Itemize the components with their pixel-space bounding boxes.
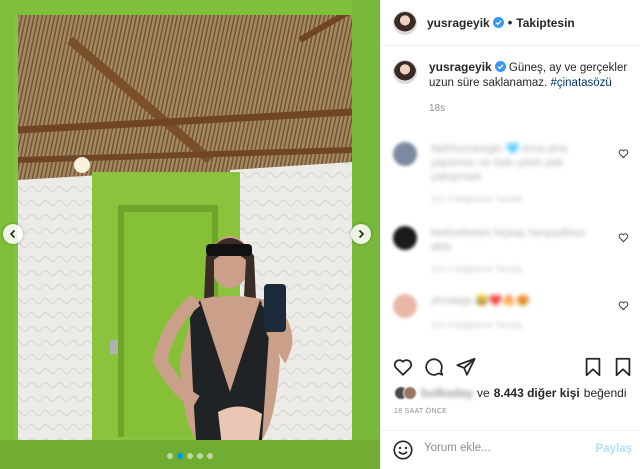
heart-icon[interactable] bbox=[618, 232, 629, 243]
mirror-selfie-image bbox=[0, 0, 380, 469]
comment-avatar[interactable] bbox=[393, 142, 417, 166]
likes-connector: ve bbox=[477, 386, 490, 400]
comment-meta[interactable]: 11s 1 beğenme Yanıtla bbox=[431, 264, 522, 274]
comment-input[interactable] bbox=[424, 442, 584, 454]
carousel-dot bbox=[197, 453, 203, 459]
likes-count[interactable]: 8.443 diğer kişi bbox=[494, 386, 580, 400]
caption-timestamp: 18s bbox=[429, 103, 446, 114]
follow-status-button[interactable]: Takiptesin bbox=[516, 16, 574, 30]
caption-username[interactable]: yusrageyik bbox=[429, 60, 492, 74]
verified-icon bbox=[494, 61, 506, 72]
post-header: yusrageyik • Takiptesin bbox=[381, 0, 640, 46]
chevron-left-icon bbox=[9, 229, 16, 239]
post-comment-button[interactable]: Paylaş bbox=[596, 443, 632, 455]
post-photo bbox=[0, 0, 380, 469]
comment-item: yhnatajs 😂❤️🔥😍 11s 3 beğenme Yanıtla bbox=[393, 294, 629, 334]
emoji-icon[interactable] bbox=[392, 439, 414, 461]
comment-meta[interactable]: 11s 2 beğenme Yanıtla bbox=[431, 194, 522, 204]
caption-text: yusrageyik Güneş, ay ve gerçekler uzun s… bbox=[429, 60, 628, 91]
comment-avatar[interactable] bbox=[393, 226, 417, 250]
liker-avatar bbox=[403, 386, 417, 400]
likes-summary[interactable]: bulkaday ve 8.443 diğer kişi beğendi bbox=[394, 386, 627, 400]
post-caption: yusrageyik Güneş, ay ve gerçekler uzun s… bbox=[381, 46, 640, 91]
heart-icon[interactable] bbox=[392, 356, 414, 378]
comment-text: yhnatajs 😂❤️🔥😍 bbox=[431, 295, 530, 307]
caption-hashtag[interactable]: #çinatasözü bbox=[550, 77, 611, 89]
chevron-right-icon bbox=[358, 229, 365, 239]
header-separator: • bbox=[507, 15, 513, 30]
carousel-dot bbox=[207, 453, 213, 459]
post-actions bbox=[380, 356, 640, 382]
previous-slide-button[interactable] bbox=[3, 224, 23, 244]
carousel-dot bbox=[187, 453, 193, 459]
comment-text: fatihhcinaroglu 🩵 Ama yine yapılmaz ne ö… bbox=[431, 143, 568, 183]
comment-icon[interactable] bbox=[423, 356, 445, 378]
share-icon[interactable] bbox=[455, 356, 477, 378]
author-avatar[interactable] bbox=[393, 10, 417, 35]
carousel-indicator bbox=[0, 453, 380, 459]
author-username[interactable]: yusrageyik bbox=[427, 16, 490, 30]
bookmark-icon[interactable] bbox=[612, 356, 634, 378]
bookmark-icon[interactable] bbox=[582, 356, 604, 378]
comment-text: berkzebetes hiçkaç herşeyliksiz akla bbox=[431, 227, 586, 253]
liker-username[interactable]: bulkaday bbox=[421, 386, 473, 400]
caption-avatar[interactable] bbox=[393, 60, 417, 84]
heart-icon[interactable] bbox=[618, 300, 629, 311]
comment-item: fatihhcinaroglu 🩵 Ama yine yapılmaz ne ö… bbox=[393, 142, 629, 204]
comment-avatar[interactable] bbox=[393, 294, 417, 318]
heart-icon[interactable] bbox=[618, 148, 629, 159]
comment-item: berkzebetes hiçkaç herşeyliksiz akla 11s… bbox=[393, 226, 629, 276]
carousel-dot bbox=[167, 453, 173, 459]
likes-suffix: beğendi bbox=[583, 386, 627, 400]
next-slide-button[interactable] bbox=[351, 224, 371, 244]
post-timestamp[interactable]: 18 SAAT ÖNCE bbox=[394, 408, 447, 415]
verified-icon bbox=[492, 17, 504, 28]
comment-meta[interactable]: 11s 3 beğenme Yanıtla bbox=[431, 320, 522, 330]
carousel-dot bbox=[177, 453, 183, 459]
comment-form: Paylaş bbox=[380, 430, 640, 469]
